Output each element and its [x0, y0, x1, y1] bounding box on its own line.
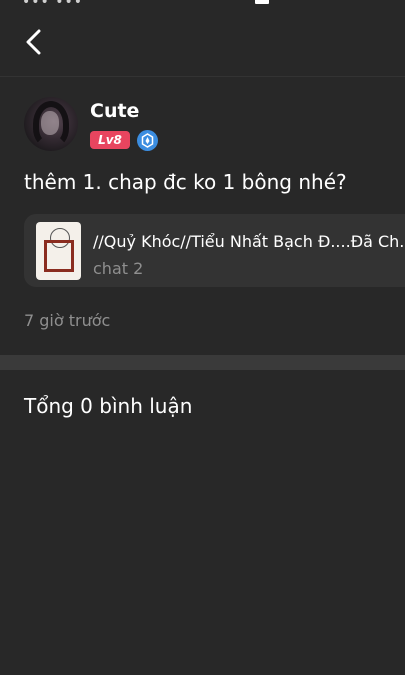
chevron-left-icon: [26, 29, 41, 55]
back-button[interactable]: [14, 22, 54, 62]
top-nav-bar: [0, 10, 405, 77]
section-divider: [0, 355, 405, 370]
linked-story-card[interactable]: //Quỷ Khóc//Tiểu Nhất Bạch Đ....Đã Ch...…: [24, 214, 405, 287]
post-text: thêm 1. chap đc ko 1 bông nhé?: [24, 170, 347, 194]
battery-icon: [255, 0, 269, 4]
linked-chapter-label: chat 2: [93, 259, 144, 278]
post-timestamp: 7 giờ trước: [24, 311, 111, 330]
status-bar: ••• •••: [0, 0, 405, 10]
comment-count-heading: Tổng 0 bình luận: [24, 394, 193, 418]
level-badge: Lv8: [90, 131, 130, 149]
verified-badge-icon: [137, 130, 158, 151]
username[interactable]: Cute: [90, 100, 139, 122]
author-row: Cute Lv8: [24, 97, 394, 153]
avatar[interactable]: [24, 97, 78, 151]
story-cover-thumbnail: [36, 222, 81, 280]
linked-story-title: //Quỷ Khóc//Tiểu Nhất Bạch Đ....Đã Ch...: [93, 232, 405, 251]
status-indicators-icon: ••• •••: [22, 0, 83, 10]
